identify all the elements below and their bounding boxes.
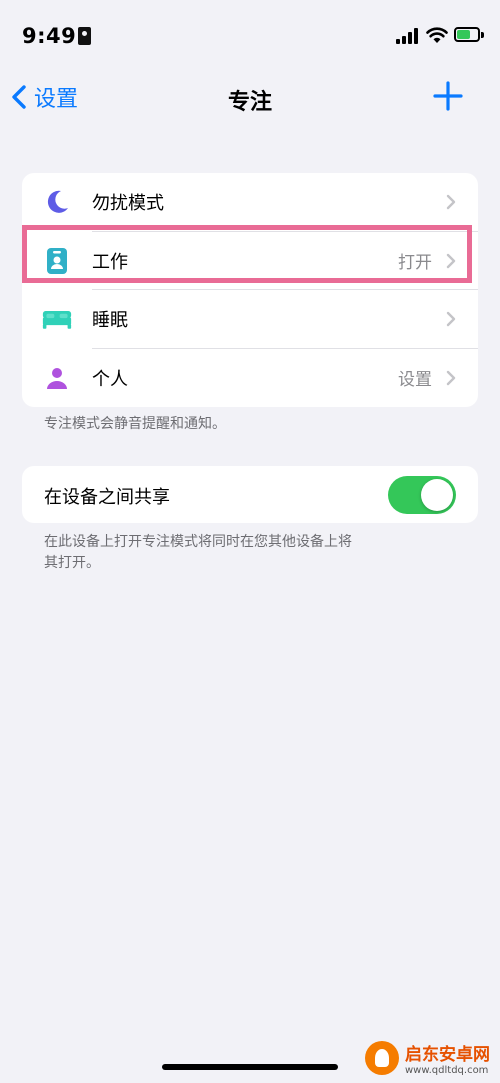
page-title: 专注 [227,90,272,115]
focus-row-sleep[interactable]: 睡眠 [22,290,478,349]
bed-icon [42,304,72,334]
share-footnote-line2: 其打开。 [44,555,100,571]
row-detail: 设置 [398,370,432,391]
battery-nub [481,32,484,38]
person-icon [42,363,72,393]
watermark-url: www.qdltdq.com [405,1065,489,1076]
share-across-devices-row: 在设备之间共享 [22,466,478,523]
focus-row-do-not-disturb[interactable]: 勿扰模式 [22,173,478,232]
highlight-box [22,225,472,283]
focus-modes-list: 勿扰模式 工作 打开 睡眠 个人 设置 [22,173,478,407]
row-label: 个人 [92,368,128,390]
focus-id-icon [78,27,91,45]
watermark: 启东安卓网 www.qdltdq.com [365,1040,490,1076]
watermark-title: 启东安卓网 [405,1045,490,1065]
focus-footnote: 专注模式会静音提醒和通知。 [44,416,226,432]
navigation-bar: 设置 专注 [0,72,500,124]
row-label: 睡眠 [92,310,128,332]
share-footnote: 在此设备上打开专注模式将同时在您其他设备上将 其打开。 [44,532,352,574]
cellular-signal-icon [396,28,420,44]
add-icon[interactable] [432,80,464,112]
chevron-right-icon [446,195,456,210]
focus-row-personal[interactable]: 个人 设置 [22,349,478,408]
battery-level [457,30,471,39]
toggle-knob [421,479,453,511]
share-footnote-line1: 在此设备上打开专注模式将同时在您其他设备上将 [44,534,352,550]
home-indicator[interactable] [162,1064,338,1070]
status-time: 9:49 [22,24,77,48]
watermark-logo-icon [365,1041,399,1075]
wifi-icon [426,27,448,43]
share-toggle[interactable] [388,476,456,514]
moon-icon [42,187,72,217]
watermark-text: 启东安卓网 www.qdltdq.com [405,1040,490,1076]
row-label: 勿扰模式 [92,193,164,215]
chevron-right-icon [446,312,456,327]
status-bar: 9:49 [0,0,500,72]
battery-icon [454,27,480,42]
share-label: 在设备之间共享 [44,487,170,508]
chevron-right-icon [446,370,456,385]
